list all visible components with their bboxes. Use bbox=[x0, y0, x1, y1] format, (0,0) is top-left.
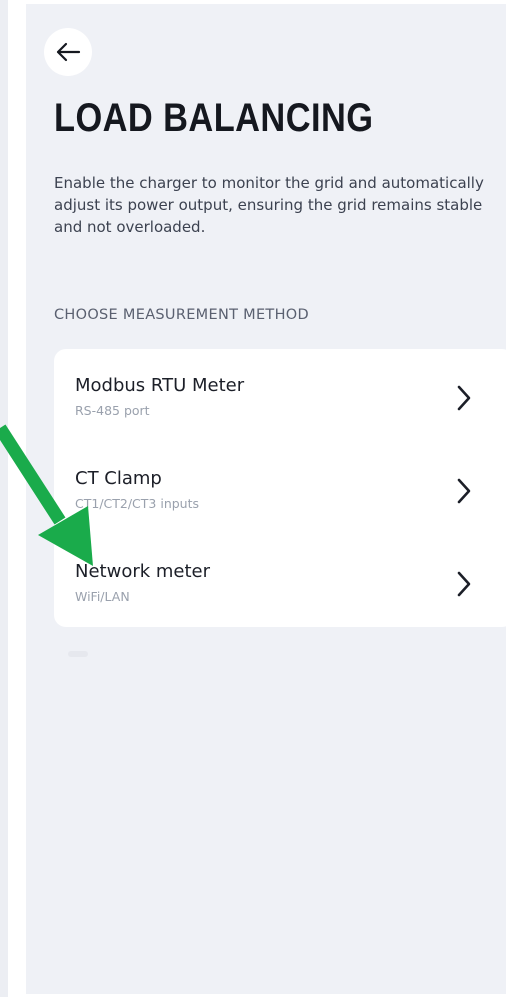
method-item-modbus-rtu-meter[interactable]: Modbus RTU Meter RS-485 port bbox=[54, 349, 506, 441]
method-subtitle: RS-485 port bbox=[75, 403, 150, 418]
page-title: LOAD BALANCING bbox=[54, 96, 374, 140]
method-item-network-meter[interactable]: Network meter WiFi/LAN bbox=[54, 535, 506, 627]
back-button[interactable] bbox=[44, 28, 92, 76]
method-item-ct-clamp[interactable]: CT Clamp CT1/CT2/CT3 inputs bbox=[54, 442, 506, 534]
method-subtitle: CT1/CT2/CT3 inputs bbox=[75, 496, 200, 511]
faint-divider-mark bbox=[68, 651, 88, 657]
section-label: CHOOSE MEASUREMENT METHOD bbox=[54, 307, 309, 323]
load-balancing-screen: LOAD BALANCING Enable the charger to mon… bbox=[26, 4, 506, 994]
arrow-left-icon bbox=[56, 42, 81, 62]
method-subtitle: WiFi/LAN bbox=[75, 589, 130, 604]
method-name: CT Clamp bbox=[75, 468, 162, 489]
measurement-method-list: Modbus RTU Meter RS-485 port CT Clamp CT… bbox=[54, 349, 506, 627]
method-name: Modbus RTU Meter bbox=[75, 375, 245, 396]
chevron-right-icon bbox=[457, 478, 471, 504]
page-description: Enable the charger to monitor the grid a… bbox=[54, 174, 484, 236]
chevron-right-icon bbox=[457, 385, 471, 411]
screenshot-stage: LOAD BALANCING Enable the charger to mon… bbox=[0, 0, 506, 997]
chevron-right-icon bbox=[457, 571, 471, 597]
left-panel-edge bbox=[0, 0, 8, 997]
method-name: Network meter bbox=[75, 561, 211, 582]
